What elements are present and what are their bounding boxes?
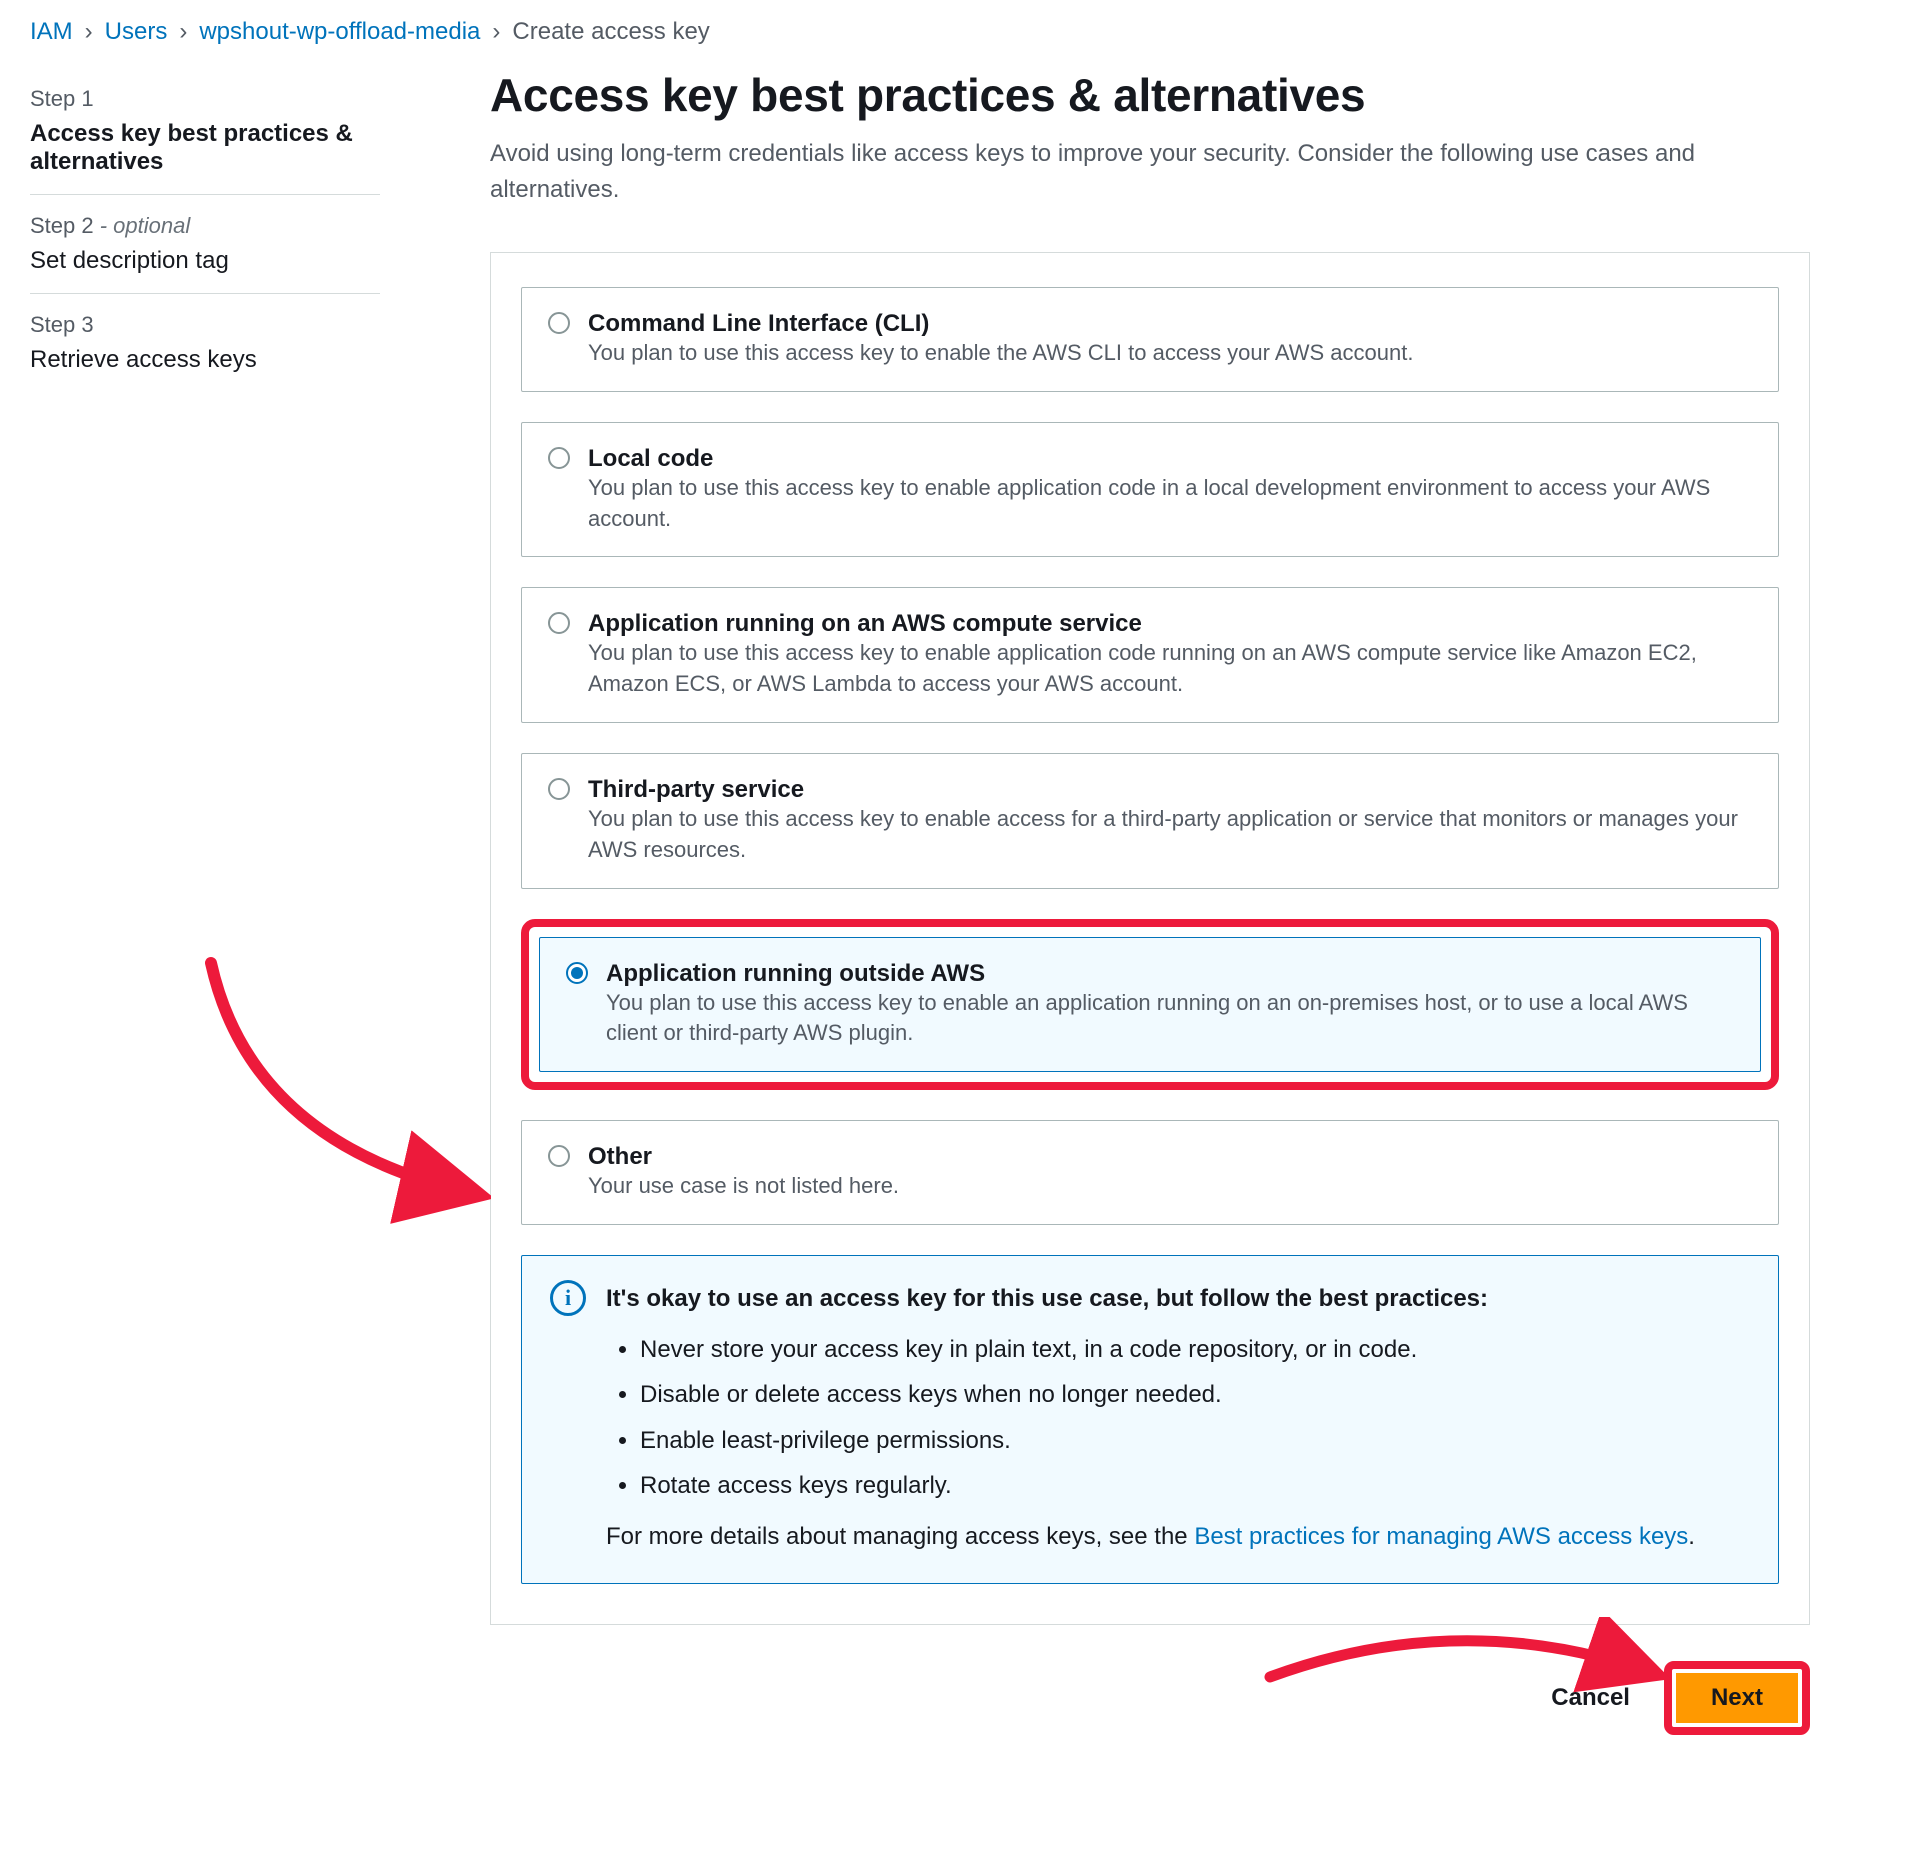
option-outside-aws[interactable]: Application running outside AWS You plan…: [539, 937, 1761, 1073]
radio-icon: [548, 447, 570, 469]
radio-icon: [566, 962, 588, 984]
wizard-step-1[interactable]: Step 1 Access key best practices & alter…: [30, 68, 380, 195]
info-bullet: Never store your access key in plain tex…: [640, 1327, 1750, 1372]
option-desc: Your use case is not listed here.: [588, 1173, 899, 1198]
option-other[interactable]: Other Your use case is not listed here.: [521, 1120, 1779, 1225]
wizard-step-2[interactable]: Step 2 - optional Set description tag: [30, 195, 380, 294]
option-desc: You plan to use this access key to enabl…: [588, 640, 1697, 696]
info-bullet: Disable or delete access keys when no lo…: [640, 1372, 1750, 1417]
radio-icon: [548, 612, 570, 634]
wizard-step-3[interactable]: Step 3 Retrieve access keys: [30, 294, 380, 392]
info-bullets: Never store your access key in plain tex…: [606, 1327, 1750, 1508]
step-label: Step 3: [30, 312, 380, 338]
breadcrumb-link-user[interactable]: wpshout-wp-offload-media: [199, 18, 480, 46]
info-bullet: Rotate access keys regularly.: [640, 1463, 1750, 1508]
wizard-steps-sidebar: Step 1 Access key best practices & alter…: [30, 68, 380, 1735]
actions-bar: Cancel Next: [490, 1661, 1810, 1735]
breadcrumb-link-users[interactable]: Users: [105, 18, 168, 46]
info-title: It's okay to use an access key for this …: [606, 1280, 1750, 1317]
step-label: Step 2 - optional: [30, 213, 380, 239]
option-title: Other: [588, 1143, 652, 1170]
option-title: Local code: [588, 445, 713, 472]
option-desc: You plan to use this access key to enabl…: [588, 806, 1738, 862]
radio-icon: [548, 1145, 570, 1167]
chevron-right-icon: ›: [85, 18, 93, 46]
next-button[interactable]: Next: [1676, 1673, 1798, 1723]
info-bullet: Enable least-privilege permissions.: [640, 1418, 1750, 1463]
option-title: Application running on an AWS compute se…: [588, 610, 1142, 637]
info-link-best-practices[interactable]: Best practices for managing AWS access k…: [1194, 1523, 1688, 1550]
step-title: Retrieve access keys: [30, 346, 380, 374]
annotation-highlight-option: Application running outside AWS You plan…: [521, 919, 1779, 1091]
step-label: Step 1: [30, 86, 380, 112]
option-desc: You plan to use this access key to enabl…: [606, 990, 1688, 1046]
option-third-party[interactable]: Third-party service You plan to use this…: [521, 753, 1779, 889]
options-panel: Command Line Interface (CLI) You plan to…: [490, 252, 1810, 1625]
option-local-code[interactable]: Local code You plan to use this access k…: [521, 422, 1779, 558]
option-title: Application running outside AWS: [606, 960, 985, 987]
radio-icon: [548, 778, 570, 800]
step-title: Access key best practices & alternatives: [30, 120, 380, 176]
page-title: Access key best practices & alternatives: [490, 68, 1810, 122]
info-more: For more details about managing access k…: [606, 1518, 1750, 1555]
option-aws-compute[interactable]: Application running on an AWS compute se…: [521, 587, 1779, 723]
option-desc: You plan to use this access key to enabl…: [588, 475, 1710, 531]
page-description: Avoid using long-term credentials like a…: [490, 136, 1750, 208]
breadcrumb-link-iam[interactable]: IAM: [30, 18, 73, 46]
option-cli[interactable]: Command Line Interface (CLI) You plan to…: [521, 287, 1779, 392]
option-desc: You plan to use this access key to enabl…: [588, 340, 1413, 365]
breadcrumb-current: Create access key: [512, 18, 709, 46]
info-icon: i: [550, 1280, 586, 1316]
step-title: Set description tag: [30, 247, 380, 275]
info-box: i It's okay to use an access key for thi…: [521, 1255, 1779, 1584]
annotation-highlight-next: Next: [1664, 1661, 1810, 1735]
option-title: Command Line Interface (CLI): [588, 310, 929, 337]
chevron-right-icon: ›: [179, 18, 187, 46]
cancel-button[interactable]: Cancel: [1539, 1674, 1642, 1722]
option-title: Third-party service: [588, 776, 804, 803]
main-content: Access key best practices & alternatives…: [490, 68, 1810, 1735]
chevron-right-icon: ›: [492, 18, 500, 46]
breadcrumb: IAM › Users › wpshout-wp-offload-media ›…: [30, 0, 1890, 68]
radio-icon: [548, 312, 570, 334]
